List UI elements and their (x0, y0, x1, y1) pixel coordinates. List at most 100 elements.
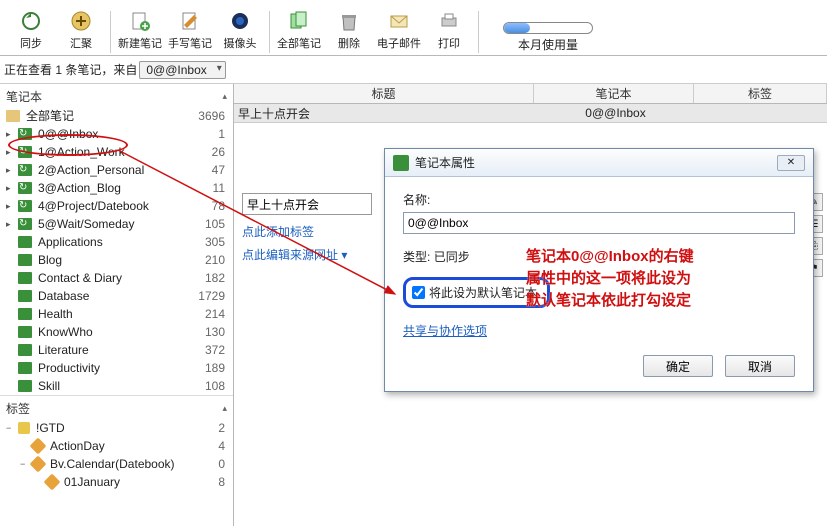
all-notes-row[interactable]: 全部笔记 3696 (0, 107, 233, 125)
expand-icon[interactable]: ▸ (6, 162, 16, 178)
toolbar-divider (478, 11, 479, 53)
notebook-row[interactable]: Productivity189 (0, 359, 233, 377)
dialog-title: 笔记本属性 (415, 154, 777, 171)
delete-button[interactable]: 删除 (324, 7, 374, 53)
toolbar-divider (269, 11, 270, 53)
email-icon (387, 9, 411, 33)
notebook-count: 78 (212, 198, 225, 214)
tag-row[interactable]: −!GTD2 (0, 419, 233, 437)
list-header: 标题 笔记本 标签 (234, 84, 827, 104)
notebook-row[interactable]: Database 1729 (0, 287, 233, 305)
pen-icon (178, 9, 202, 33)
tag-row[interactable]: ActionDay4 (0, 437, 233, 455)
row-tags (694, 104, 827, 122)
aggregate-button[interactable]: 汇聚 (56, 7, 106, 53)
notebook-icon (18, 362, 32, 374)
notebooks-header-label: 笔记本 (6, 88, 42, 105)
sidebar: 笔记本 ▴ 全部笔记 3696 ▸0@@Inbox1▸1@Action_Work… (0, 84, 234, 526)
expand-icon[interactable]: ▸ (6, 180, 16, 196)
status-bar: 正在查看 1 条笔记，来自 0@@Inbox (0, 56, 827, 84)
notebook-count: 210 (205, 252, 225, 268)
notebook-row[interactable]: KnowWho130 (0, 323, 233, 341)
notebook-row[interactable]: ▸5@Wait/Someday105 (0, 215, 233, 233)
notebook-row[interactable]: ▸ 4@Project/Datebook 78 (0, 197, 233, 215)
default-checkbox-wrap[interactable]: 将此设为默认笔记本 (403, 277, 550, 308)
notebook-row[interactable]: Applications305 (0, 233, 233, 251)
all-notes-button[interactable]: 全部笔记 (274, 7, 324, 53)
notebook-icon (18, 344, 32, 356)
share-link[interactable]: 共享与协作选项 (403, 322, 487, 339)
tag-icon (44, 474, 61, 491)
collapse-icon[interactable]: ▴ (222, 91, 227, 102)
usage-meter: 本月使用量 (503, 16, 593, 53)
type-row: 类型: 已同步 (403, 248, 795, 265)
tag-row[interactable]: −Bv.Calendar(Datebook)0 (0, 455, 233, 473)
notebook-count: 1729 (198, 288, 225, 304)
notebook-count: 189 (205, 360, 225, 376)
tags-header-label: 标签 (6, 400, 30, 417)
notebook-icon (18, 272, 32, 284)
col-notebook[interactable]: 笔记本 (534, 84, 694, 103)
trash-icon (337, 9, 361, 33)
expand-icon[interactable]: − (6, 420, 16, 436)
name-input[interactable] (403, 212, 795, 234)
notebook-count: 1 (218, 126, 225, 142)
camera-button[interactable]: 摄像头 (215, 7, 265, 53)
col-title[interactable]: 标题 (234, 84, 534, 103)
note-row[interactable]: 早上十点开会 0@@Inbox (234, 104, 827, 122)
close-button[interactable]: ✕ (777, 155, 805, 171)
notebook-icon (18, 218, 32, 230)
name-label: 名称: (403, 191, 795, 208)
main-toolbar: 同步 汇聚 新建笔记 手写笔记 摄像头 全部笔记 删除 电子邮件 打印 本月使用… (0, 0, 827, 56)
new-note-button[interactable]: 新建笔记 (115, 7, 165, 53)
tag-tree: −!GTD2ActionDay4−Bv.Calendar(Datebook)00… (0, 419, 233, 491)
email-button[interactable]: 电子邮件 (374, 7, 424, 53)
notebook-row[interactable]: Skill108 (0, 377, 233, 395)
notebook-row[interactable]: ▸0@@Inbox1 (0, 125, 233, 143)
tag-count: 8 (218, 474, 225, 490)
tag-label: 01January (64, 474, 120, 490)
notebook-label: 2@Action_Personal (38, 162, 144, 178)
notebook-row[interactable]: Literature372 (0, 341, 233, 359)
tags-header: 标签 ▴ (0, 395, 233, 419)
default-checkbox[interactable] (412, 286, 425, 299)
col-tags[interactable]: 标签 (694, 84, 827, 103)
sync-icon (19, 9, 43, 33)
tag-row[interactable]: 01January 8 (0, 473, 233, 491)
handwrite-button[interactable]: 手写笔记 (165, 7, 215, 53)
expand-icon[interactable]: ▸ (6, 216, 16, 232)
notebook-label: KnowWho (38, 324, 93, 340)
notebook-label: 4@Project/Datebook (38, 198, 149, 214)
collapse-icon[interactable]: ▴ (222, 403, 227, 414)
toolbar-divider (110, 11, 111, 53)
tag-label: ActionDay (50, 438, 105, 454)
new-note-label: 新建笔记 (118, 35, 162, 51)
delete-label: 删除 (338, 35, 360, 51)
print-button[interactable]: 打印 (424, 7, 474, 53)
expand-icon[interactable]: ▸ (6, 126, 16, 142)
usage-label: 本月使用量 (518, 36, 578, 53)
expand-icon[interactable]: ▸ (6, 144, 16, 160)
notebook-row[interactable]: ▸1@Action_Work26 (0, 143, 233, 161)
tag-icon (30, 456, 47, 473)
sync-button[interactable]: 同步 (6, 7, 56, 53)
cancel-button[interactable]: 取消 (725, 355, 795, 377)
notebook-row[interactable]: ▸2@Action_Personal47 (0, 161, 233, 179)
notebook-row[interactable]: ▸3@Action_Blog11 (0, 179, 233, 197)
notebook-selector[interactable]: 0@@Inbox (139, 61, 225, 79)
notebook-label: Applications (38, 234, 103, 250)
notebook-row[interactable]: Contact & Diary182 (0, 269, 233, 287)
notebook-row[interactable]: Blog210 (0, 251, 233, 269)
notebook-icon (18, 200, 32, 212)
camera-icon (228, 9, 252, 33)
ok-button[interactable]: 确定 (643, 355, 713, 377)
notebook-row[interactable]: Health214 (0, 305, 233, 323)
note-title-input[interactable] (242, 193, 372, 215)
notebook-properties-dialog: 笔记本属性 ✕ 名称: 类型: 已同步 将此设为默认笔记本 共享与协作选项 确定… (384, 148, 814, 392)
notebook-label: Database (38, 288, 89, 304)
status-text: 正在查看 1 条笔记，来自 (4, 61, 137, 78)
notebook-icon (18, 236, 32, 248)
type-value: 已同步 (434, 250, 470, 264)
expand-icon[interactable]: − (20, 456, 30, 472)
expand-icon[interactable]: ▸ (6, 198, 16, 214)
